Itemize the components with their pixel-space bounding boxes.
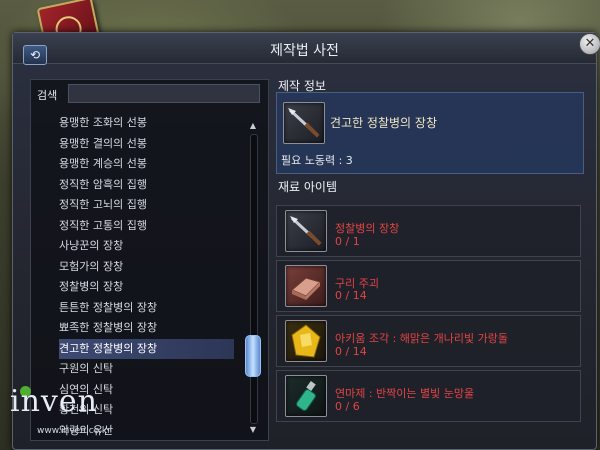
material-quantity: 0 / 1 [335, 235, 360, 248]
watermark-logo: inven [10, 384, 98, 419]
craft-item-name: 견고한 정찰병의 장창 [330, 116, 437, 130]
material-name: 아키움 조각 : 해맑은 개나리빛 가랑돌 [335, 332, 508, 345]
recipe-list-item[interactable]: 정직한 암흑의 집행 [59, 175, 234, 195]
recipe-list-item[interactable]: 구원의 신탁 [59, 359, 234, 379]
scroll-up-icon[interactable]: ▲ [246, 120, 260, 132]
recipe-list-item[interactable]: 용맹한 조화의 선봉 [59, 113, 234, 133]
material-name: 연마제 : 반짝이는 별빛 눈망울 [335, 387, 475, 400]
watermark-url: www.inven.co.kr [37, 426, 111, 436]
copper-ingot-icon[interactable] [285, 265, 327, 307]
close-button[interactable]: ✕ [579, 33, 600, 55]
recipe-list-item[interactable]: 정직한 고통의 집행 [59, 216, 234, 236]
material-quantity: 0 / 14 [335, 345, 367, 358]
spear-icon[interactable] [285, 210, 327, 252]
scrollbar-thumb[interactable] [245, 335, 261, 377]
recipe-list-item[interactable]: 정찰병의 장창 [59, 277, 234, 297]
recipe-list-item[interactable]: 튼튼한 정찰병의 장창 [59, 298, 234, 318]
recipe-list-item[interactable]: 모험가의 장창 [59, 257, 234, 277]
scroll-down-icon[interactable]: ▼ [246, 424, 260, 436]
recipe-list-item[interactable]: 용맹한 결의의 선봉 [59, 134, 234, 154]
labor-required: 필요 노동력 : 3 [281, 154, 353, 167]
search-input[interactable] [68, 84, 260, 103]
recipe-list-item[interactable]: 견고한 정찰병의 장창 [59, 338, 234, 359]
search-label: 검색 [37, 89, 58, 102]
material-quantity: 0 / 6 [335, 400, 360, 413]
recipe-list-item[interactable]: 사냥꾼의 장창 [59, 236, 234, 256]
window-title: 제작법 사전 [270, 43, 339, 59]
title-bar: ⟲ 제작법 사전 [13, 33, 596, 65]
scrollbar-track[interactable] [250, 134, 258, 424]
polish-vial-icon[interactable] [285, 375, 327, 417]
recipe-list-item[interactable]: 용맹한 계승의 선봉 [59, 154, 234, 174]
material-quantity: 0 / 14 [335, 289, 367, 302]
material-name: 정찰병의 장창 [335, 222, 400, 235]
recipe-list-item[interactable]: 정직한 고뇌의 집행 [59, 195, 234, 215]
gem-shard-icon[interactable] [285, 320, 327, 362]
spear-icon[interactable] [283, 102, 325, 144]
materials-heading: 재료 아이템 [278, 180, 338, 194]
recipe-list-item[interactable]: 뾰족한 정찰병의 장창 [59, 318, 234, 338]
